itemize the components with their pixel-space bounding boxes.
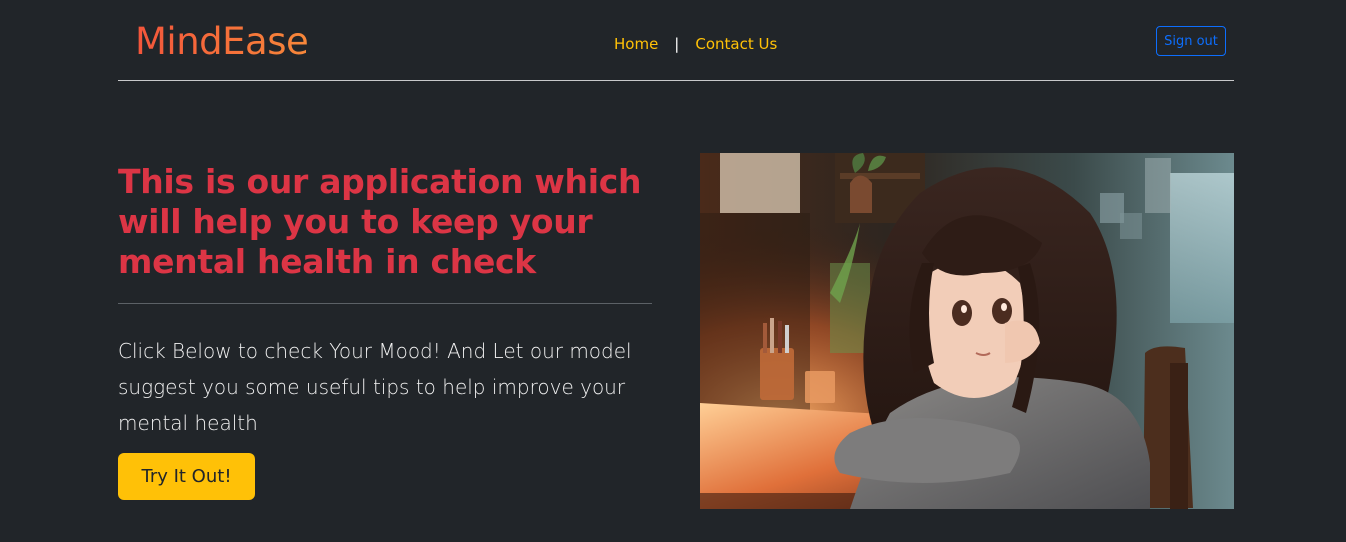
sign-out-button[interactable]: Sign out — [1156, 26, 1226, 56]
hero-divider — [118, 303, 652, 304]
brand-logo[interactable]: MindEase — [135, 20, 309, 64]
hero-headline: This is our application which will help … — [118, 162, 642, 281]
header-divider — [118, 80, 1234, 81]
nav-separator: | — [674, 35, 680, 53]
nav-contact-link[interactable]: Contact Us — [695, 35, 777, 53]
hero-illustration — [700, 153, 1234, 509]
nav-home-link[interactable]: Home — [614, 35, 658, 53]
hero-lead-text: Click Below to check Your Mood! And Let … — [118, 339, 632, 435]
try-it-out-button[interactable]: Try It Out! — [118, 453, 255, 500]
main-nav: Home | Contact Us — [614, 35, 777, 53]
